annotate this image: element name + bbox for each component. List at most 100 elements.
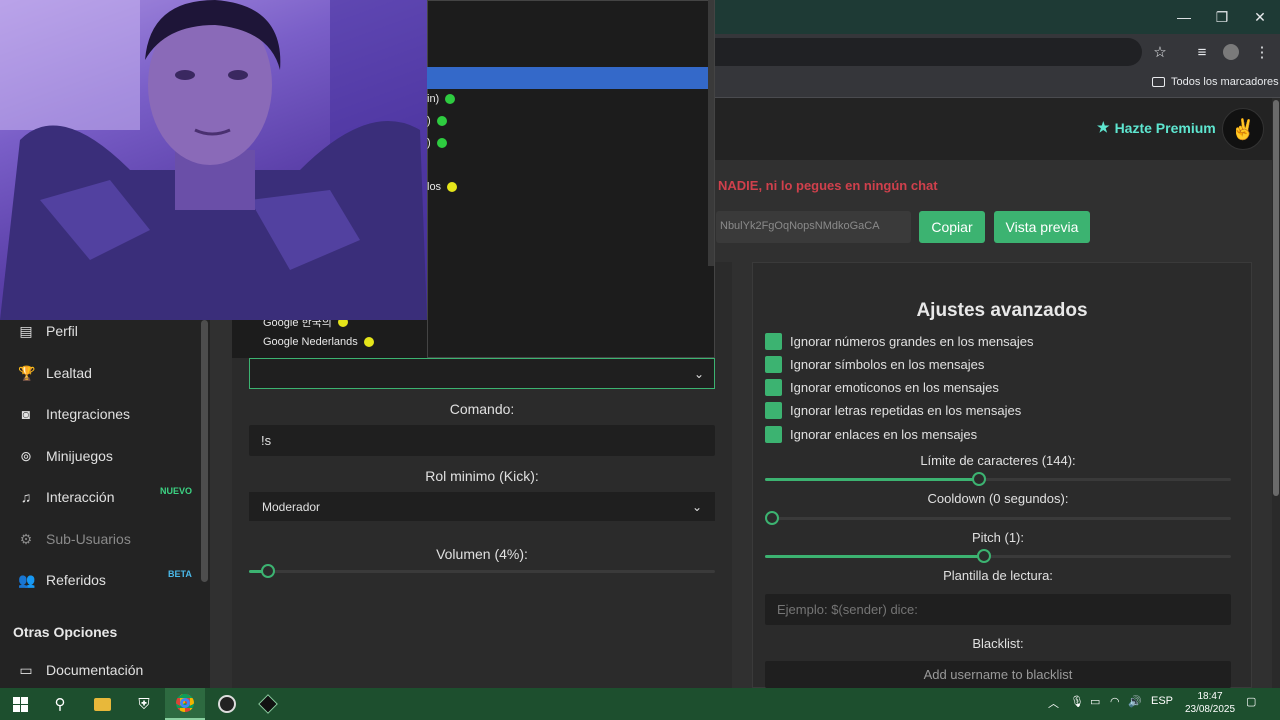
user-avatar[interactable]: ✌	[1222, 108, 1264, 150]
char-limit-slider[interactable]	[765, 472, 1231, 486]
sidebar-item-interaccion[interactable]: ♫ Interacción	[18, 485, 115, 509]
voice-option[interactable]: )	[427, 115, 447, 127]
security-app-button[interactable]: ⛨	[124, 688, 164, 720]
cooldown-slider[interactable]	[765, 511, 1231, 525]
profile-avatar-icon[interactable]	[1219, 40, 1243, 64]
sidebar-item-label: Integraciones	[46, 406, 131, 422]
slider-thumb[interactable]	[972, 472, 986, 486]
bunny-logo-icon: ✌	[1230, 118, 1256, 141]
voice-option-highlighted[interactable]	[427, 67, 709, 89]
minimize-button[interactable]: —	[1165, 0, 1203, 34]
all-bookmarks-label: Todos los marcadores	[1171, 76, 1279, 88]
pitch-label: Pitch (1):	[971, 530, 1024, 545]
checkbox-checked[interactable]	[765, 402, 782, 419]
status-dot-icon	[447, 182, 458, 192]
close-window-button[interactable]: ✕	[1241, 0, 1279, 34]
volume-slider[interactable]	[249, 564, 715, 578]
shield-icon: ⛨	[138, 695, 150, 713]
volume-icon[interactable]: 🔊	[1128, 695, 1142, 708]
sidebar-scrollbar[interactable]	[201, 320, 208, 582]
id-card-icon: ▤	[19, 322, 33, 339]
page-scrollbar-thumb[interactable]	[1273, 100, 1279, 496]
voice-option[interactable]: )	[427, 137, 447, 149]
clock[interactable]: 18:47 23/08/2025	[1180, 690, 1240, 716]
language-indicator[interactable]: ESP	[1151, 695, 1173, 707]
checkbox-label: Ignorar números grandes en los mensajes	[790, 334, 1034, 349]
music-note-icon: ♫	[20, 489, 32, 505]
voice-option[interactable]: Google Nederlands	[263, 336, 374, 348]
slider-thumb[interactable]	[977, 549, 991, 563]
slider-fill	[765, 478, 979, 481]
clock-date: 23/08/2025	[1184, 704, 1236, 715]
command-input[interactable]: !s	[249, 425, 715, 456]
start-button[interactable]	[0, 688, 40, 720]
warning-text: NADIE, ni lo pegues en ningún chat	[718, 178, 938, 193]
sidebar-item-perfil[interactable]: ▤ Perfil	[18, 319, 78, 343]
role-select[interactable]: Moderador ⌄	[249, 492, 715, 521]
folder-icon	[1152, 77, 1165, 87]
premium-link[interactable]: ★ Hazte Premium	[1097, 119, 1216, 136]
template-input[interactable]	[765, 594, 1231, 625]
checkbox-ignore-numbers[interactable]: Ignorar números grandes en los mensajes	[765, 333, 1034, 350]
notifications-icon[interactable]: ▢	[1246, 695, 1256, 708]
new-badge: NUEVO	[160, 486, 193, 496]
sidebar-item-sub-usuarios[interactable]: ⚙ Sub-Usuarios	[18, 527, 131, 551]
media-control-icon[interactable]: ≡	[1190, 40, 1214, 64]
sidebar-item-minijuegos[interactable]: ⊚ Minijuegos	[18, 444, 113, 468]
checkbox-ignore-emoticons[interactable]: Ignorar emoticonos en los mensajes	[765, 379, 999, 396]
windows-logo-icon	[12, 696, 28, 712]
checkbox-ignore-repeated-letters[interactable]: Ignorar letras repetidas en los mensajes	[765, 402, 1021, 419]
widget-url-field[interactable]: NbulYk2FgOqNopsNMdkoGaCA	[716, 211, 911, 243]
chrome-taskbar-button[interactable]	[165, 688, 205, 720]
sidebar-item-documentacion[interactable]: ▭ Documentación	[18, 658, 143, 682]
dropdown-scrollbar[interactable]	[708, 0, 714, 266]
bookmark-star-icon[interactable]: ☆	[1148, 40, 1172, 64]
maximize-button[interactable]: ❐	[1203, 0, 1241, 34]
sidebar-item-integraciones[interactable]: ◙ Integraciones	[18, 402, 130, 426]
file-explorer-button[interactable]	[82, 688, 122, 720]
checkbox-ignore-links[interactable]: Ignorar enlaces en los mensajes	[765, 426, 977, 443]
sidebar-item-lealtad[interactable]: 🏆 Lealtad	[18, 361, 92, 385]
tray-overflow-icon[interactable]: ︿	[1048, 695, 1059, 711]
role-label: Rol minimo (Kick):	[425, 468, 539, 484]
volume-label: Volumen (4%):	[436, 546, 528, 562]
slider-thumb[interactable]	[261, 564, 275, 578]
pitch-slider[interactable]	[765, 549, 1231, 563]
microphone-icon[interactable]: 🎙	[1070, 695, 1084, 708]
voice-select[interactable]: ⌄	[249, 358, 715, 389]
voice-option-label: )	[427, 137, 431, 149]
sidebar-item-label: Perfil	[46, 323, 78, 339]
checkbox-label: Ignorar letras repetidas en los mensajes	[790, 403, 1022, 418]
all-bookmarks-button[interactable]: Todos los marcadores	[1152, 76, 1279, 88]
advanced-settings-title: Ajustes avanzados	[916, 300, 1088, 321]
checkbox-checked[interactable]	[765, 356, 782, 373]
slider-track	[765, 517, 1231, 520]
chevron-down-icon: ⌄	[691, 499, 702, 514]
close-icon: ✕	[1254, 8, 1266, 25]
trophy-icon: 🏆	[18, 364, 36, 381]
battery-icon[interactable]: ▭	[1090, 695, 1100, 708]
voice-option-label: Google Nederlands	[263, 336, 358, 348]
blacklist-input[interactable]: Add username to blacklist	[765, 661, 1231, 688]
voice-option[interactable]: los	[427, 181, 458, 193]
document-icon: ▭	[19, 661, 33, 678]
gamepad-icon: ⊚	[20, 447, 32, 464]
app-taskbar-button[interactable]	[248, 688, 288, 720]
preview-button[interactable]: Vista previa	[994, 211, 1090, 243]
checkbox-ignore-symbols[interactable]: Ignorar símbolos en los mensajes	[765, 356, 984, 373]
other-options-heading: Otras Opciones	[13, 624, 118, 640]
search-button[interactable]: ⚲	[40, 688, 80, 720]
copy-button[interactable]: Copiar	[919, 211, 985, 243]
checkbox-checked[interactable]	[765, 426, 782, 443]
checkbox-checked[interactable]	[765, 333, 782, 350]
browser-menu-icon[interactable]: ⋮	[1250, 40, 1274, 64]
checkbox-checked[interactable]	[765, 379, 782, 396]
slider-thumb[interactable]	[765, 511, 779, 525]
obs-taskbar-button[interactable]	[207, 688, 247, 720]
voice-option[interactable]: in)	[427, 93, 456, 105]
premium-label: Hazte Premium	[1114, 119, 1216, 136]
discord-icon: ◙	[21, 406, 31, 422]
webcam-overlay	[0, 0, 427, 320]
sidebar-item-referidos[interactable]: 👥 Referidos	[18, 568, 106, 592]
wifi-icon[interactable]: ◠	[1110, 695, 1120, 708]
